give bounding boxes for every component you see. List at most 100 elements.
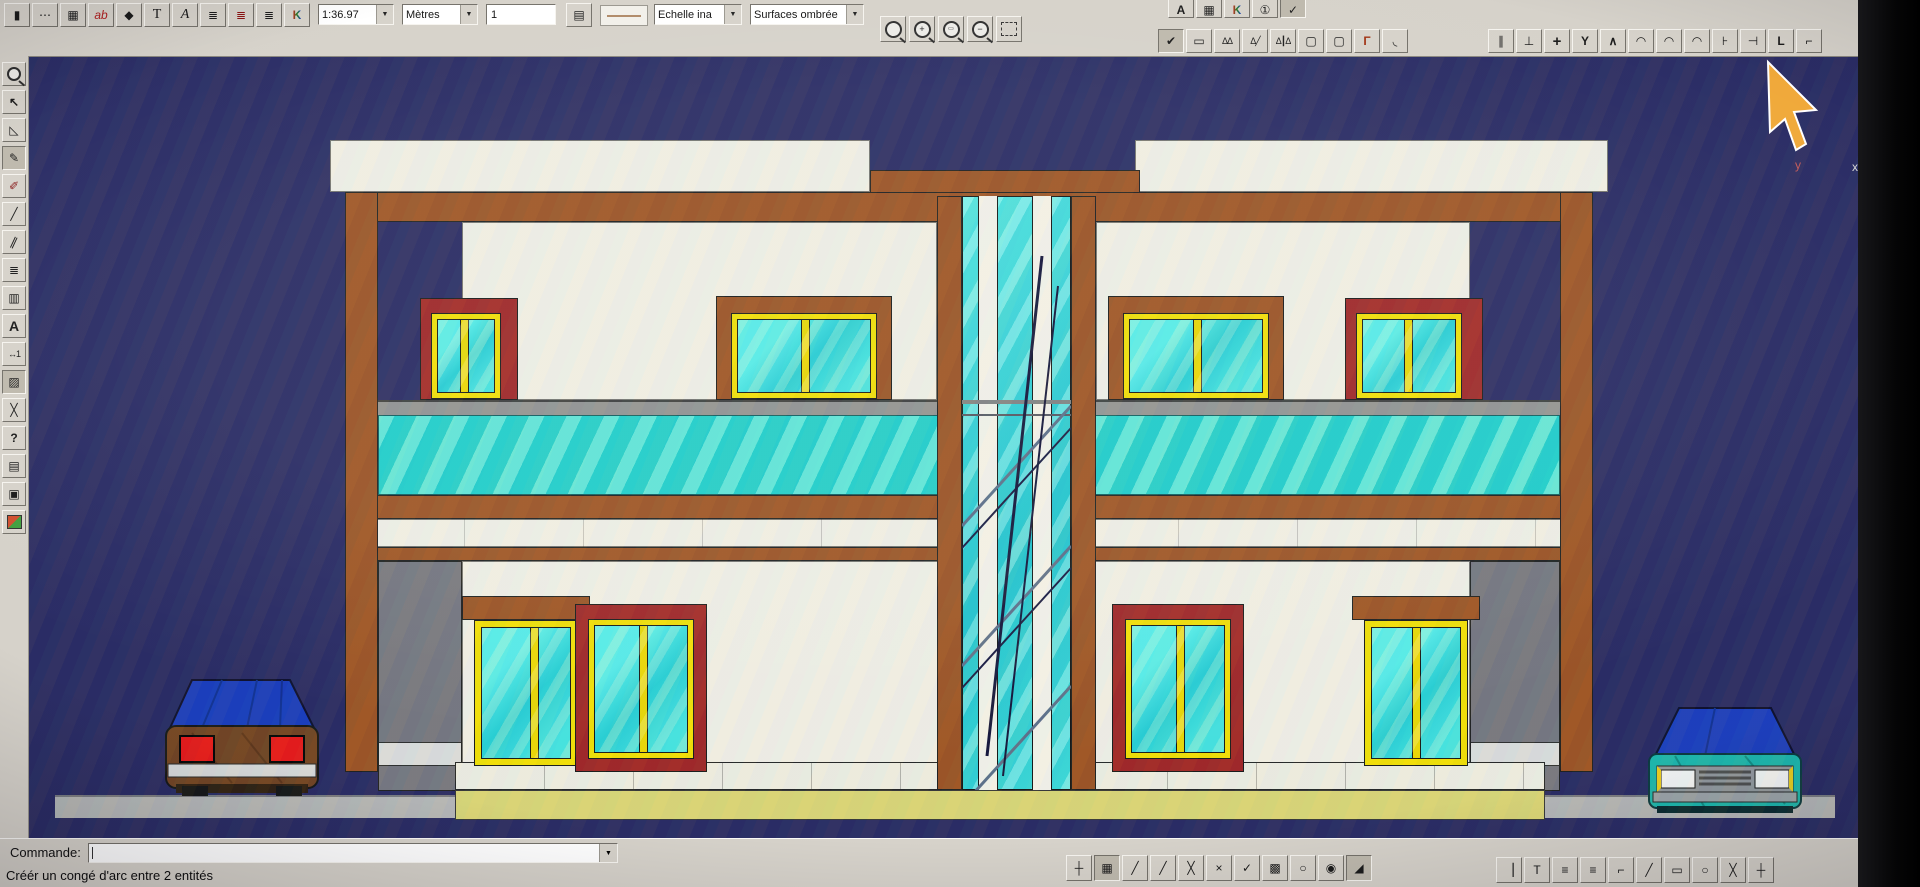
chevron-down-icon[interactable]: ▼ <box>724 5 741 24</box>
status-message: Créér un congé d'arc entre 2 entités <box>6 868 213 883</box>
font-icon[interactable]: A <box>1168 0 1194 18</box>
render-mode-combobox[interactable]: Echelle ina ▼ <box>654 4 742 25</box>
corner2-icon[interactable]: ⌐ <box>1796 29 1822 53</box>
draw-check-icon[interactable]: ✔ <box>1158 29 1184 53</box>
chevron-down-icon[interactable]: ▼ <box>460 5 477 24</box>
text-tool-icon[interactable]: T <box>144 3 170 27</box>
layers-icon[interactable]: ▤ <box>2 454 26 478</box>
chevron-down-icon[interactable]: ▼ <box>599 844 617 862</box>
style-icon[interactable]: ◆ <box>116 3 142 27</box>
chevron-down-icon[interactable]: ▼ <box>846 5 863 24</box>
color-wheel-icon[interactable]: K <box>284 3 310 27</box>
list-icon[interactable]: ▮ <box>4 3 30 27</box>
snap-hatch-icon[interactable]: ▩ <box>1262 855 1288 881</box>
arc-junction-icon[interactable]: ◠ <box>1628 29 1654 53</box>
zoom-extents-icon[interactable] <box>996 16 1022 42</box>
cross-junction-icon[interactable]: + <box>1544 29 1570 53</box>
spellcheck-icon[interactable]: ab <box>88 3 114 27</box>
tool-icon[interactable]: ▭ <box>1664 857 1690 883</box>
info-icon[interactable]: ① <box>1252 0 1278 18</box>
figures-icon[interactable]: ▥ <box>2 286 26 310</box>
mirror-icon[interactable]: ΔΔ <box>1214 29 1240 53</box>
arc-junction3-icon[interactable]: ◠ <box>1684 29 1710 53</box>
copy-icon[interactable]: ▢ <box>1298 29 1324 53</box>
extend-wall-icon[interactable]: ⊣ <box>1740 29 1766 53</box>
window-upper-3 <box>1108 296 1284 400</box>
tool-icon[interactable]: T <box>1524 857 1550 883</box>
tool-icon[interactable]: ○ <box>1692 857 1718 883</box>
snap-midpoint-icon[interactable]: ╱ <box>1150 855 1176 881</box>
tool-icon[interactable]: ≡ <box>1580 857 1606 883</box>
snap-intersection-icon[interactable]: ╳ <box>1178 855 1204 881</box>
trim-wall-icon[interactable]: ⊦ <box>1712 29 1738 53</box>
chevron-down-icon[interactable]: ▼ <box>376 5 393 24</box>
line-style-swatch[interactable] <box>600 5 648 26</box>
tool-icon[interactable]: ╱ <box>1636 857 1662 883</box>
arc-junction2-icon[interactable]: ◠ <box>1656 29 1682 53</box>
copy-rect-icon[interactable]: ▭ <box>1186 29 1212 53</box>
align-justify-icon[interactable]: ≣ <box>200 3 226 27</box>
text-caret <box>92 847 93 859</box>
select-arrow-icon[interactable]: ↖ <box>2 90 26 114</box>
zoom-window-icon[interactable]: ▭ <box>938 16 964 42</box>
zoom-previous-icon[interactable] <box>880 16 906 42</box>
measure-icon[interactable]: ? <box>2 426 26 450</box>
tool-icon[interactable]: ┼ <box>1748 857 1774 883</box>
shading-mode-value: Surfaces ombrée <box>751 9 846 21</box>
y-junction-icon[interactable]: Y <box>1572 29 1598 53</box>
sweep-icon[interactable]: ◺ <box>2 118 26 142</box>
command-input[interactable]: ▼ <box>88 843 618 863</box>
snap-corner-icon[interactable]: ◢ <box>1346 855 1372 881</box>
zoom-out-icon[interactable]: − <box>967 16 993 42</box>
snap-endpoint-icon[interactable]: ╱ <box>1122 855 1148 881</box>
tool-icon[interactable]: ╳ <box>1720 857 1746 883</box>
align-bottom-icon[interactable]: ≣ <box>256 3 282 27</box>
drawing-canvas[interactable]: z y x <box>28 56 1858 838</box>
tool-icon[interactable]: ≡ <box>1552 857 1578 883</box>
align-top-icon[interactable]: ≣ <box>228 3 254 27</box>
dimension-icon[interactable]: ↔1 <box>2 342 26 366</box>
door-lintel-left <box>462 596 590 620</box>
zoom-select-icon[interactable] <box>2 62 26 86</box>
angle-junction-icon[interactable]: ∧ <box>1600 29 1626 53</box>
t-junction-icon[interactable]: ⊥ <box>1516 29 1542 53</box>
fillet-icon[interactable]: ◟ <box>1382 29 1408 53</box>
corner-icon[interactable]: L <box>1768 29 1794 53</box>
tool-icon[interactable]: ▕ <box>1496 857 1522 883</box>
hatch-icon[interactable]: ▨ <box>2 370 26 394</box>
units-combobox[interactable]: Mètres ▼ <box>402 4 478 25</box>
double-line-icon[interactable]: ∥ <box>2 230 26 254</box>
image-frame-icon[interactable]: ▦ <box>1196 0 1222 18</box>
chamfer-icon[interactable]: Γ <box>1354 29 1380 53</box>
multiline-icon[interactable]: ≣ <box>2 258 26 282</box>
dimension-x-icon[interactable]: ╳ <box>2 398 26 422</box>
pen-icon[interactable]: ✎ <box>2 146 26 170</box>
more-icon[interactable]: ⋯ <box>32 3 58 27</box>
shading-mode-combobox[interactable]: Surfaces ombrée ▼ <box>750 4 864 25</box>
font-style-icon[interactable]: A <box>172 3 198 27</box>
blocks-icon[interactable]: ▣ <box>2 482 26 506</box>
array-copy-icon[interactable]: ▢ <box>1326 29 1352 53</box>
text-icon[interactable]: A <box>2 314 26 338</box>
snap-dimension-icon[interactable]: ┼ <box>1066 855 1092 881</box>
line-icon[interactable]: ╱ <box>2 202 26 226</box>
color-k-icon[interactable]: K <box>1224 0 1250 18</box>
parallel-walls-icon[interactable]: ∥ <box>1488 29 1514 53</box>
layers-stack-icon[interactable]: ▤ <box>566 3 592 27</box>
scale-combobox[interactable]: 1:36.97 ▼ <box>318 4 394 25</box>
snap-circle-icon[interactable]: ○ <box>1290 855 1316 881</box>
mirror-axis-icon[interactable]: Δ┃Δ <box>1270 29 1296 53</box>
rotate-icon[interactable]: Δ╱ <box>1242 29 1268 53</box>
snap-center-icon[interactable]: ◉ <box>1318 855 1344 881</box>
check-icon[interactable]: ✓ <box>1280 0 1306 18</box>
stair-tower <box>937 196 1096 790</box>
snap-nearest-icon[interactable]: × <box>1206 855 1232 881</box>
tool-icon[interactable]: ⌐ <box>1608 857 1634 883</box>
grid-snap-icon[interactable]: ▦ <box>1094 855 1120 881</box>
scale-factor-input[interactable]: 1 <box>486 4 556 25</box>
table-icon[interactable]: ▦ <box>60 3 86 27</box>
zoom-in-icon[interactable]: + <box>909 16 935 42</box>
cube-3d-icon[interactable] <box>2 510 26 534</box>
construction-line-icon[interactable]: ✐ <box>2 174 26 198</box>
snap-check-icon[interactable]: ✓ <box>1234 855 1260 881</box>
